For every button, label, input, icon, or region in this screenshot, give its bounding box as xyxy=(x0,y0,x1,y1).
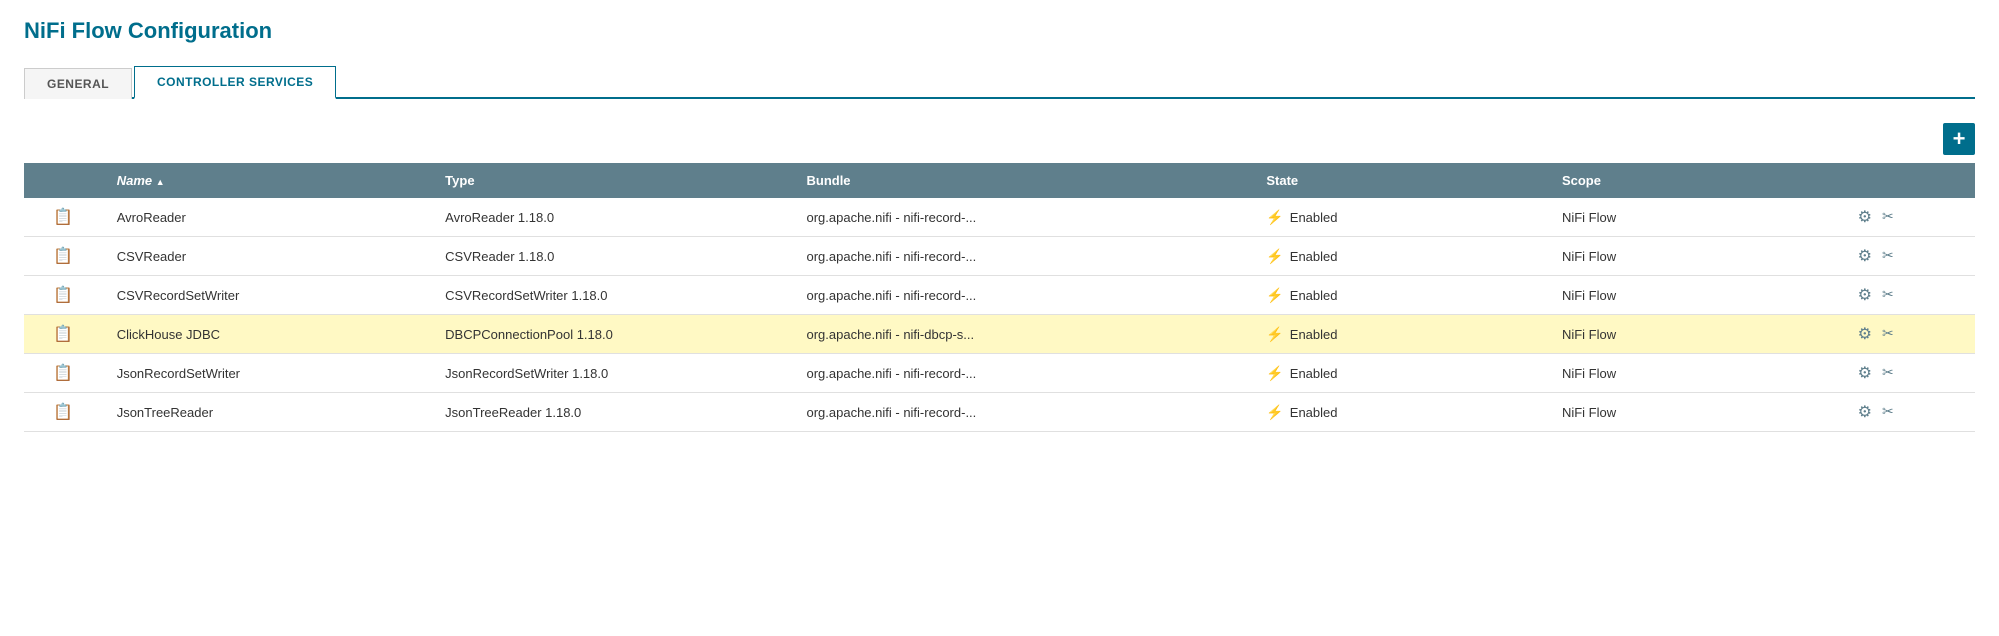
col-header-state: State xyxy=(1252,163,1548,198)
col-header-scope: Scope xyxy=(1548,163,1844,198)
row-bundle: org.apache.nifi - nifi-record-... xyxy=(792,237,1252,276)
row-actions xyxy=(1844,315,1975,354)
configure-icon[interactable] xyxy=(1858,402,1872,422)
row-actions xyxy=(1844,393,1975,432)
page-title: NiFi Flow Configuration xyxy=(24,18,1975,44)
service-icon: 📋 xyxy=(53,363,73,383)
service-icon: 📋 xyxy=(53,285,73,305)
row-name: JsonRecordSetWriter xyxy=(103,354,431,393)
tab-general[interactable]: GENERAL xyxy=(24,68,132,99)
row-type: CSVReader 1.18.0 xyxy=(431,237,792,276)
row-actions xyxy=(1844,276,1975,315)
col-header-icon xyxy=(24,163,103,198)
row-scope: NiFi Flow xyxy=(1548,393,1844,432)
row-type: AvroReader 1.18.0 xyxy=(431,198,792,237)
state-label: Enabled xyxy=(1290,405,1338,420)
row-icon-cell: 📋 xyxy=(24,276,103,315)
row-state: ⚡ Enabled xyxy=(1252,315,1548,354)
row-bundle: org.apache.nifi - nifi-record-... xyxy=(792,276,1252,315)
enabled-icon: ⚡ xyxy=(1266,287,1283,304)
table-row: 📋 JsonRecordSetWriter JsonRecordSetWrite… xyxy=(24,354,1975,393)
row-type: JsonRecordSetWriter 1.18.0 xyxy=(431,354,792,393)
service-icon: 📋 xyxy=(53,207,73,227)
disable-icon[interactable] xyxy=(1882,403,1894,421)
row-icon-cell: 📋 xyxy=(24,393,103,432)
row-name: AvroReader xyxy=(103,198,431,237)
row-actions xyxy=(1844,237,1975,276)
col-header-name[interactable]: Name xyxy=(103,163,431,198)
toolbar-row: + xyxy=(24,123,1975,155)
state-label: Enabled xyxy=(1290,210,1338,225)
row-type: JsonTreeReader 1.18.0 xyxy=(431,393,792,432)
enabled-icon: ⚡ xyxy=(1266,209,1283,226)
disable-icon[interactable] xyxy=(1882,325,1894,343)
row-icon-cell: 📋 xyxy=(24,315,103,354)
row-state: ⚡ Enabled xyxy=(1252,354,1548,393)
row-name: JsonTreeReader xyxy=(103,393,431,432)
row-state: ⚡ Enabled xyxy=(1252,276,1548,315)
enabled-icon: ⚡ xyxy=(1266,404,1283,421)
table-row: 📋 AvroReader AvroReader 1.18.0 org.apach… xyxy=(24,198,1975,237)
disable-icon[interactable] xyxy=(1882,364,1894,382)
enabled-icon: ⚡ xyxy=(1266,248,1283,265)
row-scope: NiFi Flow xyxy=(1548,237,1844,276)
state-label: Enabled xyxy=(1290,366,1338,381)
table-row: 📋 CSVReader CSVReader 1.18.0 org.apache.… xyxy=(24,237,1975,276)
table-header-row: Name Type Bundle State Scope xyxy=(24,163,1975,198)
configure-icon[interactable] xyxy=(1858,363,1872,383)
service-icon: 📋 xyxy=(53,324,73,344)
row-icon-cell: 📋 xyxy=(24,198,103,237)
row-type: CSVRecordSetWriter 1.18.0 xyxy=(431,276,792,315)
disable-icon[interactable] xyxy=(1882,247,1894,265)
state-label: Enabled xyxy=(1290,327,1338,342)
state-label: Enabled xyxy=(1290,249,1338,264)
row-scope: NiFi Flow xyxy=(1548,276,1844,315)
row-bundle: org.apache.nifi - nifi-record-... xyxy=(792,354,1252,393)
service-icon: 📋 xyxy=(53,402,73,422)
sort-name-icon xyxy=(156,173,165,188)
add-service-button[interactable]: + xyxy=(1943,123,1975,155)
row-name: CSVReader xyxy=(103,237,431,276)
col-header-bundle: Bundle xyxy=(792,163,1252,198)
row-actions xyxy=(1844,354,1975,393)
row-icon-cell: 📋 xyxy=(24,354,103,393)
row-bundle: org.apache.nifi - nifi-record-... xyxy=(792,198,1252,237)
row-scope: NiFi Flow xyxy=(1548,354,1844,393)
row-state: ⚡ Enabled xyxy=(1252,393,1548,432)
row-name: ClickHouse JDBC xyxy=(103,315,431,354)
row-scope: NiFi Flow xyxy=(1548,315,1844,354)
row-bundle: org.apache.nifi - nifi-record-... xyxy=(792,393,1252,432)
row-name: CSVRecordSetWriter xyxy=(103,276,431,315)
col-header-type: Type xyxy=(431,163,792,198)
row-state: ⚡ Enabled xyxy=(1252,198,1548,237)
row-icon-cell: 📋 xyxy=(24,237,103,276)
table-row: 📋 CSVRecordSetWriter CSVRecordSetWriter … xyxy=(24,276,1975,315)
service-icon: 📋 xyxy=(53,246,73,266)
table-row: 📋 JsonTreeReader JsonTreeReader 1.18.0 o… xyxy=(24,393,1975,432)
enabled-icon: ⚡ xyxy=(1266,326,1283,343)
configure-icon[interactable] xyxy=(1858,246,1872,266)
tabs-row: GENERAL CONTROLLER SERVICES xyxy=(24,64,1975,99)
table-row: 📋 ClickHouse JDBC DBCPConnectionPool 1.1… xyxy=(24,315,1975,354)
page-container: NiFi Flow Configuration GENERAL CONTROLL… xyxy=(0,0,1999,450)
row-scope: NiFi Flow xyxy=(1548,198,1844,237)
state-label: Enabled xyxy=(1290,288,1338,303)
enabled-icon: ⚡ xyxy=(1266,365,1283,382)
col-header-actions xyxy=(1844,163,1975,198)
disable-icon[interactable] xyxy=(1882,208,1894,226)
tab-controller-services[interactable]: CONTROLLER SERVICES xyxy=(134,66,336,99)
configure-icon[interactable] xyxy=(1858,285,1872,305)
configure-icon[interactable] xyxy=(1858,324,1872,344)
row-actions xyxy=(1844,198,1975,237)
row-type: DBCPConnectionPool 1.18.0 xyxy=(431,315,792,354)
configure-icon[interactable] xyxy=(1858,207,1872,227)
disable-icon[interactable] xyxy=(1882,286,1894,304)
row-state: ⚡ Enabled xyxy=(1252,237,1548,276)
row-bundle: org.apache.nifi - nifi-dbcp-s... xyxy=(792,315,1252,354)
services-table: Name Type Bundle State Scope 📋 AvroReade… xyxy=(24,163,1975,432)
